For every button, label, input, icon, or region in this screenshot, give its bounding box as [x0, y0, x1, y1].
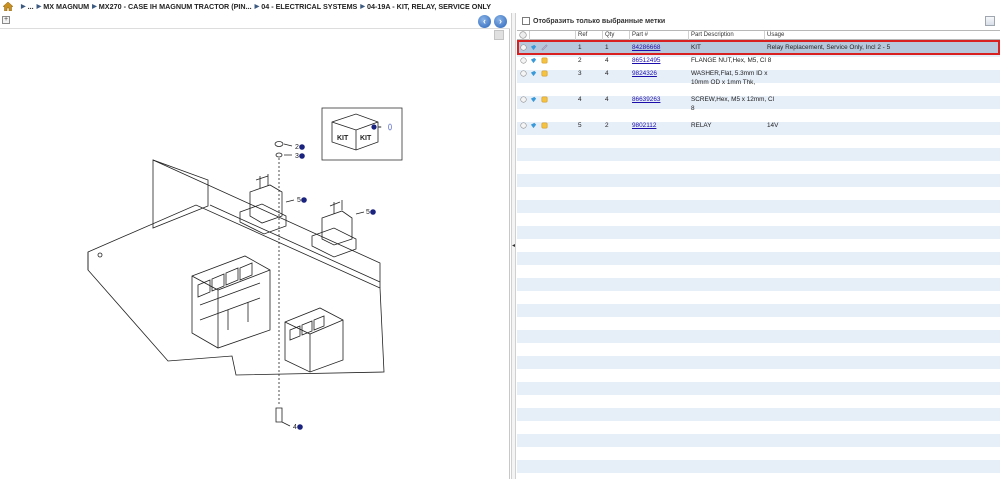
parts-list-panel: Отобразить только выбранные метки Ref Qt…: [517, 13, 1000, 479]
header-ref[interactable]: Ref: [576, 31, 603, 40]
add-to-cart-icon[interactable]: [530, 122, 537, 129]
cell-qty: 4: [605, 57, 609, 64]
header-qty[interactable]: Qty: [603, 31, 630, 40]
callout-dot-icon: [370, 209, 376, 215]
cell-description-line-2: 8: [691, 105, 695, 112]
select-all-icon[interactable]: [519, 31, 527, 39]
select-radio-icon[interactable]: [520, 96, 527, 103]
callout-label[interactable]: 3: [295, 153, 299, 160]
table-row[interactable]: 2 4 86512495 FLANGE NUT,Hex, M5, Cl 8: [517, 54, 1000, 67]
select-radio-icon[interactable]: [520, 44, 527, 51]
cell-ref: 5: [578, 122, 582, 129]
callout-label[interactable]: 4: [293, 424, 297, 431]
cell-qty: 4: [605, 70, 609, 77]
cell-part-number-link[interactable]: 9824326: [632, 70, 657, 78]
callout-dot-icon: [299, 144, 305, 150]
add-to-cart-icon[interactable]: [530, 96, 537, 103]
cell-description: RELAY: [691, 122, 712, 129]
breadcrumb-item-root[interactable]: ...: [28, 2, 34, 11]
cell-description: KIT: [691, 44, 701, 51]
panel-splitter[interactable]: ◂: [511, 13, 516, 479]
collapse-arrow-icon[interactable]: ◂: [512, 242, 515, 249]
cell-qty: 2: [605, 122, 609, 129]
table-row[interactable]: 5 2 9802112 RELAY 14V: [517, 119, 1000, 132]
show-selected-checkbox[interactable]: [522, 17, 530, 25]
table-row[interactable]: 3 4 9824326 WASHER,Flat, 5.3mm ID x 10mm…: [517, 67, 1000, 93]
part-box-icon[interactable]: [541, 70, 548, 77]
callout-dot-icon: [297, 424, 303, 430]
breadcrumb-arrow-icon: ▶: [92, 3, 97, 10]
cell-qty: 4: [605, 96, 609, 103]
home-icon[interactable]: [3, 1, 13, 11]
cell-part-number-link[interactable]: 86512495: [632, 57, 660, 65]
breadcrumb-item-model[interactable]: MX270 - CASE IH MAGNUM TRACTOR (PIN...: [99, 2, 252, 11]
callout-label[interactable]: 5: [366, 209, 370, 216]
header-select-all[interactable]: [517, 31, 530, 40]
add-to-cart-icon[interactable]: [530, 70, 537, 77]
part-box-icon[interactable]: [541, 57, 548, 64]
cell-part-number-link[interactable]: 86639263: [632, 96, 660, 104]
header-part-number[interactable]: Part #: [630, 31, 689, 40]
header-part-description[interactable]: Part Description: [689, 31, 765, 40]
grid-header: Ref Qty Part # Part Description Usage: [517, 31, 1000, 40]
select-radio-icon[interactable]: [520, 122, 527, 129]
select-radio-icon[interactable]: [520, 70, 527, 77]
kit-label-left: KIT: [337, 135, 349, 142]
callout-dot-icon: [301, 197, 307, 203]
cell-ref: 4: [578, 96, 582, 103]
header-actions: [530, 31, 576, 40]
previous-diagram-button[interactable]: ‹: [478, 15, 491, 28]
kit-legend-equals: =: [378, 125, 382, 131]
grid-settings-icon[interactable]: [985, 16, 995, 26]
note-icon[interactable]: [541, 44, 548, 51]
breadcrumb-arrow-icon: ▶: [254, 3, 260, 10]
cell-qty: 1: [605, 44, 609, 51]
parts-toolbar: Отобразить только выбранные метки: [517, 13, 1000, 29]
relay-block-right: [284, 307, 344, 373]
exploded-parts-diagram: KIT KIT = 2 3 5 5 4: [87, 107, 403, 431]
breadcrumb-arrow-icon: ▶: [21, 3, 26, 10]
breadcrumb-item-current: 04-19A - KIT, RELAY, SERVICE ONLY: [366, 1, 492, 11]
breadcrumb: ▶... ▶ MX MAGNUM ▶ MX270 - CASE IH MAGNUM …: [0, 0, 1000, 12]
cell-description: SCREW,Hex, M5 x 12mm, Cl: [691, 96, 775, 103]
kit-label-right: KIT: [360, 135, 372, 142]
cell-ref: 3: [578, 70, 582, 77]
cell-description-line-2: 10mm OD x 1mm Thk,: [691, 79, 756, 86]
next-diagram-button[interactable]: ›: [494, 15, 507, 28]
cell-ref: 1: [578, 44, 582, 51]
part-box-icon[interactable]: [541, 96, 548, 103]
cell-usage: 14V: [767, 122, 779, 129]
part-box-icon[interactable]: [541, 122, 548, 129]
breadcrumb-arrow-icon: ▶: [36, 3, 42, 10]
kit-legend-oval-icon: [388, 123, 392, 131]
cell-description: FLANGE NUT,Hex, M5, Cl 8: [691, 57, 772, 64]
expand-icon[interactable]: +: [2, 16, 10, 24]
kit-legend-dot-icon: [371, 124, 377, 130]
cell-usage: Relay Replacement, Service Only, Incl 2 …: [767, 44, 891, 51]
header-usage[interactable]: Usage: [765, 31, 1000, 40]
table-row[interactable]: 4 4 86639263 SCREW,Hex, M5 x 12mm, Cl 8: [517, 93, 1000, 119]
table-row[interactable]: 1 1 84286668 KIT Relay Replacement, Serv…: [517, 41, 1000, 54]
diagram-toolbar: + ‹ ›: [0, 13, 510, 29]
show-selected-label: Отобразить только выбранные метки: [533, 17, 666, 25]
callout-label[interactable]: 5: [297, 197, 301, 204]
add-to-cart-icon[interactable]: [530, 44, 537, 51]
select-radio-icon[interactable]: [520, 57, 527, 64]
breadcrumb-arrow-icon: ▶: [360, 3, 365, 10]
add-to-cart-icon[interactable]: [530, 57, 537, 64]
cell-part-number-link[interactable]: 84286668: [632, 44, 660, 52]
callout-label[interactable]: 2: [295, 144, 299, 151]
parts-grid: Ref Qty Part # Part Description Usage 1 …: [517, 30, 1000, 479]
breadcrumb-item-series[interactable]: MX MAGNUM: [43, 2, 89, 11]
cell-ref: 2: [578, 57, 582, 64]
relay-block-left: [191, 255, 271, 349]
breadcrumb-item-section[interactable]: 04 - ELECTRICAL SYSTEMS: [261, 2, 357, 11]
cell-part-number-link[interactable]: 9802112: [632, 122, 656, 130]
cell-description: WASHER,Flat, 5.3mm ID x: [691, 70, 768, 77]
diagram-panel: + ‹ › KIT KIT = 2 3 5 5 4: [0, 13, 510, 479]
callout-dot-icon: [299, 153, 305, 159]
